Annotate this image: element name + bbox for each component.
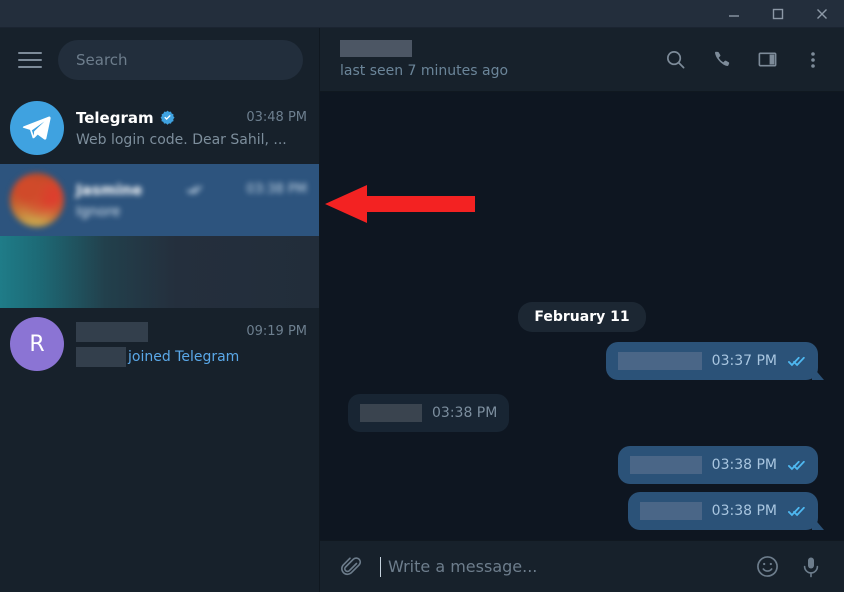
message-row: 03:38 PM [334, 394, 830, 432]
message-list[interactable]: February 11 03:37 PM 03:38 PM 03:38 PM 0… [320, 92, 844, 540]
header-actions [658, 43, 830, 77]
search-placeholder: Search [76, 51, 128, 69]
initial-avatar: R [10, 317, 64, 371]
verified-badge-icon [160, 110, 175, 125]
chat-list-item-telegram[interactable]: Telegram 03:48 PM Web login code. Dear S… [0, 92, 319, 164]
chat-item-content: 09:19 PM joined Telegram [76, 321, 307, 367]
chat-item-name: Telegram [76, 108, 154, 127]
message-bubble-outgoing[interactable]: 03:38 PM [627, 492, 818, 530]
message-composer: Write a message... [320, 540, 844, 592]
message-row: 03:38 PM [334, 492, 830, 530]
hamburger-menu-icon[interactable] [14, 44, 46, 76]
maximize-button[interactable] [756, 0, 800, 28]
chat-list[interactable]: Telegram 03:48 PM Web login code. Dear S… [0, 92, 319, 592]
date-divider-row: February 11 [334, 302, 830, 332]
read-status-icon [186, 185, 202, 195]
text-cursor [380, 556, 381, 577]
message-time: 03:38 PM [711, 503, 777, 519]
contact-photo-avatar [10, 173, 64, 227]
more-options-icon[interactable] [796, 43, 830, 77]
read-ticks-icon [787, 356, 805, 367]
telegram-desktop-window: Search Telegram 03:48 PM Web login code.… [0, 0, 844, 592]
redacted-preview-block [76, 346, 126, 367]
peer-status: last seen 7 minutes ago [340, 63, 509, 79]
sidebar-toolbar: Search [0, 28, 319, 92]
message-placeholder: Write a message... [388, 557, 538, 576]
read-ticks-icon [787, 506, 805, 517]
search-input[interactable]: Search [58, 40, 303, 80]
message-row: 03:37 PM [334, 342, 830, 380]
telegram-logo-avatar [10, 101, 64, 155]
chat-list-item-redacted[interactable] [0, 236, 319, 308]
chat-item-preview: joined Telegram [128, 348, 240, 365]
chat-item-top-line: Jasmine 03:38 PM [76, 181, 307, 199]
chat-list-sidebar: Search Telegram 03:48 PM Web login code.… [0, 28, 320, 592]
date-divider: February 11 [518, 302, 646, 332]
chat-list-item-selected[interactable]: Jasmine 03:38 PM Ignore [0, 164, 319, 236]
message-bubble-outgoing[interactable]: 03:37 PM [605, 342, 818, 380]
chat-item-time: 03:48 PM [246, 110, 307, 125]
window-titlebar [0, 0, 844, 28]
message-bubble-incoming[interactable]: 03:38 PM [348, 394, 510, 432]
window-body: Search Telegram 03:48 PM Web login code.… [0, 28, 844, 592]
avatar-initial: R [29, 331, 45, 357]
voice-message-icon[interactable] [796, 552, 826, 582]
peer-info[interactable]: last seen 7 minutes ago [340, 40, 508, 79]
redacted-name-block [76, 321, 148, 342]
redacted-peer-name [340, 40, 412, 57]
redacted-message-text [360, 404, 422, 422]
chat-item-time: 09:19 PM [246, 324, 307, 339]
redacted-message-text [629, 456, 702, 474]
chat-item-top-line: 09:19 PM [76, 321, 307, 342]
chat-item-top-line: Telegram 03:48 PM [76, 109, 307, 127]
chat-item-preview: Ignore [76, 203, 121, 220]
attach-icon[interactable] [336, 552, 366, 582]
close-button[interactable] [800, 0, 844, 28]
message-input[interactable]: Write a message... [380, 556, 738, 577]
message-time: 03:38 PM [711, 457, 777, 473]
minimize-button[interactable] [712, 0, 756, 28]
message-row: 03:38 PM [334, 446, 830, 484]
message-time: 03:38 PM [432, 405, 498, 421]
info-panel-icon[interactable] [750, 43, 784, 77]
chat-item-name: Jasmine [76, 180, 143, 199]
read-ticks-icon [787, 460, 805, 471]
call-icon[interactable] [704, 43, 738, 77]
conversation-header: last seen 7 minutes ago [320, 28, 844, 92]
message-bubble-outgoing[interactable]: 03:38 PM [617, 446, 818, 484]
chat-item-content: Telegram 03:48 PM Web login code. Dear S… [76, 109, 307, 148]
chat-item-bottom-line: joined Telegram [76, 346, 307, 367]
conversation-panel: last seen 7 minutes ago February 11 03:3… [320, 28, 844, 592]
redacted-message-text [617, 352, 702, 370]
chat-list-item-joined[interactable]: R 09:19 PM joined Telegram [0, 308, 319, 380]
chat-item-content: Jasmine 03:38 PM Ignore [76, 181, 307, 220]
chat-item-time: 03:38 PM [246, 182, 307, 197]
redacted-message-text [639, 502, 702, 520]
chat-item-preview: Web login code. Dear Sahil, ... [76, 131, 287, 148]
emoji-icon[interactable] [752, 552, 782, 582]
message-time: 03:37 PM [711, 353, 777, 369]
search-icon[interactable] [658, 43, 692, 77]
